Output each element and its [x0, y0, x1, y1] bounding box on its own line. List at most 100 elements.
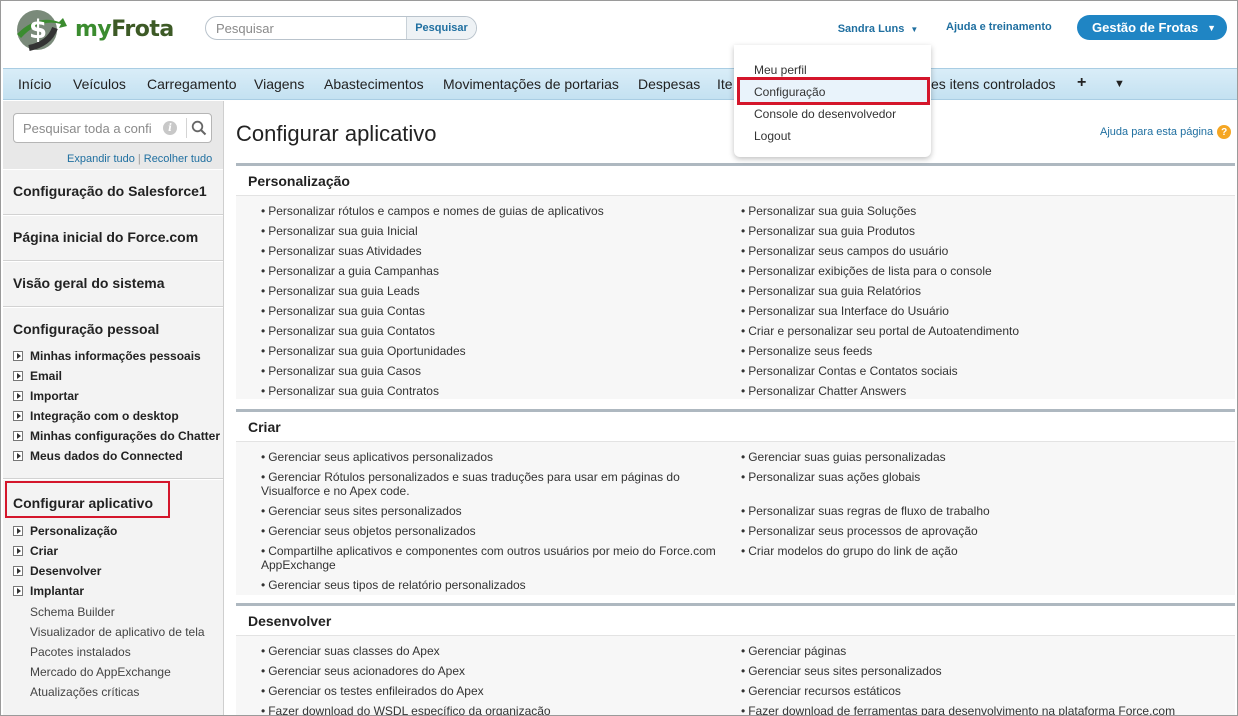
more-tabs-caret-icon[interactable]: ▼: [1114, 78, 1125, 90]
sidebar-item-connected[interactable]: Meus dados do Connected: [13, 449, 183, 463]
link-item[interactable]: • Personalizar sua guia Contatos: [261, 324, 435, 338]
info-icon[interactable]: i: [163, 121, 177, 135]
panel-title: Criar: [248, 419, 281, 435]
link-item[interactable]: • Gerenciar seus aplicativos personalizad…: [261, 450, 493, 464]
sidebar-item-email[interactable]: Email: [13, 369, 62, 383]
link-item[interactable]: • Personalizar seus campos do usuário: [741, 244, 948, 258]
sidebar-item-implantar[interactable]: Implantar: [13, 584, 84, 598]
link-item[interactable]: • Personalizar sua guia Relatórios: [741, 284, 921, 298]
sidebar-item-criar[interactable]: Criar: [13, 544, 58, 558]
link-item[interactable]: • Gerenciar seus objetos personalizados: [261, 524, 476, 538]
sidebar-item-chatter[interactable]: Minhas configurações do Chatter: [13, 429, 220, 443]
help-training-link[interactable]: Ajuda e treinamento: [946, 21, 1052, 33]
panel-header: Desenvolver: [236, 606, 1235, 636]
sidebar-item-force-home[interactable]: Página inicial do Force.com: [3, 215, 223, 261]
sidebar-heading[interactable]: Configuração pessoal: [13, 321, 159, 337]
menu-item-console[interactable]: Console do desenvolvedor: [754, 107, 896, 121]
link-item[interactable]: • Gerenciar suas guias personalizadas: [741, 450, 946, 464]
caret-down-icon: ▼: [910, 24, 919, 34]
app-switcher-button[interactable]: Gestão de Frotas ▼: [1077, 15, 1227, 40]
sidebar-sub-installed-packages[interactable]: Pacotes instalados: [30, 645, 131, 659]
logo[interactable]: $ myFrota: [9, 4, 174, 54]
link-item[interactable]: • Personalizar Contas e Contatos sociais: [741, 364, 958, 378]
link-item[interactable]: • Personalizar sua guia Produtos: [741, 224, 915, 238]
search-button[interactable]: Pesquisar: [406, 17, 476, 39]
sidebar-item-import[interactable]: Importar: [13, 389, 79, 403]
link-item[interactable]: • Gerenciar seus tipos de relatório perso…: [261, 578, 526, 592]
global-search-input[interactable]: [206, 17, 406, 39]
link-item[interactable]: • Gerenciar páginas: [741, 644, 846, 658]
sidebar-item-salesforce1[interactable]: Configuração do Salesforce1: [3, 169, 223, 215]
link-item[interactable]: • Personalizar sua guia Contas: [261, 304, 425, 318]
tab-abastecimentos[interactable]: Abastecimentos: [324, 76, 424, 92]
sidebar-sub-canvas-previewer[interactable]: Visualizador de aplicativo de tela: [30, 625, 205, 639]
menu-item-configuracao[interactable]: Configuração: [754, 85, 825, 99]
link-item[interactable]: • Gerenciar suas classes do Apex: [261, 644, 440, 658]
sidebar-search-input[interactable]: [14, 114, 162, 142]
link-item[interactable]: • Gerenciar seus sites personalizados: [261, 504, 462, 518]
link-item[interactable]: • Personalizar suas Atividades: [261, 244, 422, 258]
user-name: Sandra Luns: [837, 23, 905, 35]
link-item[interactable]: • Personalizar sua guia Soluções: [741, 204, 916, 218]
menu-item-logout[interactable]: Logout: [754, 129, 791, 143]
link-item[interactable]: • Personalizar sua guia Oportunidades: [261, 344, 466, 358]
link-item[interactable]: • Compartilhe aplicativos e componentes c…: [261, 544, 716, 558]
help-for-page-link[interactable]: Ajuda para esta página ?: [1100, 125, 1232, 139]
tab-carregamento[interactable]: Carregamento: [147, 76, 237, 92]
link-item-continued[interactable]: AppExchange: [261, 558, 336, 572]
link-item[interactable]: • Personalizar suas regras de fluxo de tr…: [741, 504, 990, 518]
link-item[interactable]: • Personalizar a guia Campanhas: [261, 264, 439, 278]
add-tab-icon[interactable]: +: [1077, 74, 1086, 92]
expand-all-link[interactable]: Expandir tudo: [67, 153, 135, 165]
link-item[interactable]: • Fazer download de ferramentas para dese…: [741, 704, 1175, 715]
sidebar-sub-appexchange[interactable]: Mercado do AppExchange: [30, 665, 171, 679]
user-menu[interactable]: Sandra Luns ▼: [825, 15, 931, 43]
sidebar-section-personal: Configuração pessoal Minhas informações …: [3, 307, 223, 479]
panel-criar: Criar • Gerenciar seus aplicativos person…: [236, 409, 1235, 595]
dollar-road-logo-icon: $: [17, 10, 67, 51]
link-item[interactable]: • Personalizar sua Interface do Usuário: [741, 304, 949, 318]
sidebar-item-system-overview[interactable]: Visão geral do sistema: [3, 261, 223, 307]
link-item[interactable]: • Personalize seus feeds: [741, 344, 872, 358]
help-icon: ?: [1217, 125, 1232, 139]
link-item[interactable]: • Personalizar rótulos e campos e nomes d…: [261, 204, 604, 218]
tab-viagens[interactable]: Viagens: [254, 76, 304, 92]
link-item[interactable]: • Gerenciar os testes enfileirados do Ape…: [261, 684, 484, 698]
sidebar-sub-critical-updates[interactable]: Atualizações críticas: [30, 685, 139, 699]
sidebar-item-personalizacao[interactable]: Personalização: [13, 524, 117, 538]
link-item[interactable]: • Gerenciar Rótulos personalizados e suas…: [261, 470, 680, 484]
tab-veiculos[interactable]: Veículos: [73, 76, 126, 92]
tab-movimentacoes[interactable]: Movimentações de portarias: [443, 76, 619, 92]
sidebar-heading: Configuração do Salesforce1: [13, 183, 207, 199]
link-item[interactable]: • Criar modelos do grupo do link de ação: [741, 544, 958, 558]
link-item[interactable]: • Gerenciar recursos estáticos: [741, 684, 901, 698]
link-item[interactable]: • Personalizar suas ações globais: [741, 470, 920, 484]
menu-item-meu-perfil[interactable]: Meu perfil: [754, 63, 807, 77]
link-item[interactable]: • Personalizar sua guia Casos: [261, 364, 421, 378]
link-item-continued[interactable]: Visualforce e no Apex code.: [261, 484, 410, 498]
link-item[interactable]: • Personalizar Chatter Answers: [741, 384, 906, 398]
panel-title: Personalização: [248, 173, 350, 189]
tab-itens-controlados[interactable]: es itens controlados: [931, 76, 1056, 92]
tab-despesas[interactable]: Despesas: [638, 76, 700, 92]
link-item[interactable]: • Gerenciar seus acionadores do Apex: [261, 664, 465, 678]
sidebar-search: i: [13, 113, 212, 143]
tab-inicio[interactable]: Início: [18, 76, 51, 92]
link-item[interactable]: • Personalizar seus processos de aprovaçã…: [741, 524, 978, 538]
link-item[interactable]: • Criar e personalizar seu portal de Auto…: [741, 324, 1019, 338]
sidebar-item-desenvolver[interactable]: Desenvolver: [13, 564, 101, 578]
link-item[interactable]: • Gerenciar seus sites personalizados: [741, 664, 942, 678]
global-search: Pesquisar: [205, 16, 477, 40]
link-item[interactable]: • Personalizar sua guia Contratos: [261, 384, 439, 398]
link-item[interactable]: • Fazer download do WSDL específico da or…: [261, 704, 551, 715]
expand-arrow-icon: [13, 566, 23, 576]
link-item[interactable]: • Personalizar exibições de lista para o …: [741, 264, 992, 278]
sidebar-sub-schema-builder[interactable]: Schema Builder: [30, 605, 115, 619]
tab-itens[interactable]: Ite: [717, 76, 733, 92]
search-icon[interactable]: [191, 120, 207, 136]
collapse-all-link[interactable]: Recolher tudo: [144, 153, 213, 165]
link-item[interactable]: • Personalizar sua guia Leads: [261, 284, 420, 298]
link-item[interactable]: • Personalizar sua guia Inicial: [261, 224, 418, 238]
sidebar-item-personal-info[interactable]: Minhas informações pessoais: [13, 349, 201, 363]
sidebar-item-desktop[interactable]: Integração com o desktop: [13, 409, 179, 423]
